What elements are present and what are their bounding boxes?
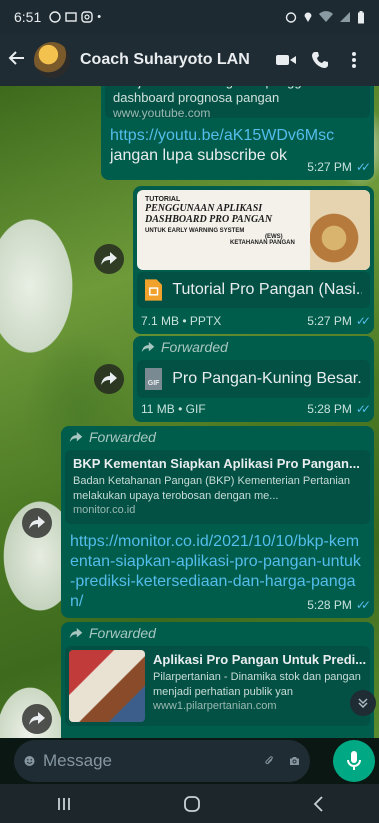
thumb-food-image (310, 190, 370, 270)
file-info: 11 MB • GIF (141, 402, 206, 416)
signal-icon (340, 12, 350, 22)
forwarded-icon (69, 627, 83, 638)
notification-icons: • (49, 11, 101, 23)
forwarded-label: Forwarded (69, 625, 156, 641)
file-name: Tutorial Pro Pangan (Nasi... (172, 281, 362, 298)
back-nav-icon[interactable] (312, 795, 324, 812)
message-meta: 5:28 PM ✓✓ (307, 598, 371, 612)
more-options-icon[interactable] (337, 51, 371, 69)
wifi-icon (319, 11, 333, 22)
preview-domain: monitor.co.id (73, 504, 136, 516)
contact-avatar[interactable] (34, 42, 70, 78)
read-ticks-icon: ✓✓ (355, 402, 371, 416)
forward-button[interactable] (22, 704, 52, 734)
attach-icon[interactable] (264, 750, 275, 772)
gif-file-icon: GIF (145, 368, 163, 390)
microphone-icon (347, 751, 361, 770)
system-nav-bar (0, 784, 379, 823)
emoji-icon[interactable] (24, 750, 35, 772)
preview-description: Pilarpertanian - Dinamika stok dan panga… (153, 671, 361, 698)
read-ticks-icon: ✓✓ (355, 598, 371, 612)
forward-arrow-icon (29, 516, 45, 529)
voice-record-button[interactable] (333, 740, 375, 782)
forward-arrow-icon (101, 252, 117, 265)
location-icon (304, 12, 312, 22)
status-time: 6:51 (14, 9, 42, 25)
preview-domain: www.youtube.com (113, 106, 211, 120)
message-time: 5:28 PM (307, 598, 352, 612)
preview-description: Badan Ketahanan Pangan (BKP) Kementerian… (73, 475, 351, 502)
message-time: 5:28 PM (307, 402, 352, 416)
forwarded-icon (69, 431, 83, 442)
system-icons (285, 10, 365, 24)
double-chevron-down-icon (358, 698, 368, 708)
message-pilar-link[interactable]: Forwarded Aplikasi Pro Pangan Untuk Pred… (61, 622, 374, 738)
preview-title: Aplikasi Pro Pangan Untuk Predi... (153, 652, 366, 667)
pptx-file-icon (145, 279, 163, 301)
forward-arrow-icon (101, 372, 117, 385)
forward-button[interactable] (94, 364, 124, 394)
link-preview[interactable]: BKP Kementan Siapkan Aplikasi Pro Pangan… (65, 450, 370, 524)
file-name: Pro Pangan-Kuning Besar... (172, 370, 362, 387)
preview-description: Menjelaskan tentang cara penggunaan dash… (113, 86, 338, 105)
preview-text-block: Aplikasi Pro Pangan Untuk Predi... Pilar… (149, 646, 370, 726)
document-thumbnail[interactable]: TUTORIAL PENGGUNAAN APLIKASI DASHBOARD P… (137, 190, 370, 270)
preview-title: BKP Kementan Siapkan Aplikasi Pro Pangan… (73, 456, 360, 471)
gallery-notif-icon (65, 12, 77, 22)
file-info: 7.1 MB • PPTX (141, 314, 222, 328)
scroll-to-bottom-button[interactable] (350, 690, 376, 716)
video-call-icon[interactable] (269, 53, 303, 67)
message-meta: 5:27 PM ✓✓ (307, 160, 371, 174)
message-youtube-link[interactable]: Menjelaskan tentang cara penggunaan dash… (101, 86, 374, 180)
chat-header: Coach Suharyoto LAN (0, 34, 379, 86)
message-input-container (14, 740, 310, 782)
message-pptx-file[interactable]: TUTORIAL PENGGUNAAN APLIKASI DASHBOARD P… (133, 186, 374, 334)
message-time: 5:27 PM (307, 160, 352, 174)
link-preview[interactable]: Aplikasi Pro Pangan Untuk Predi... Pilar… (65, 646, 370, 726)
recent-apps-icon[interactable] (56, 796, 72, 812)
message-monitor-link[interactable]: Forwarded BKP Kementan Siapkan Aplikasi … (61, 426, 374, 618)
battery-icon (358, 10, 364, 23)
status-bar: 6:51 • (0, 0, 379, 34)
message-gif-file[interactable]: Forwarded GIF Pro Pangan-Kuning Besar...… (133, 336, 374, 422)
camera-icon[interactable] (289, 752, 300, 770)
read-ticks-icon: ✓✓ (355, 160, 371, 174)
message-meta: 5:27 PM ✓✓ (307, 314, 371, 328)
message-time: 5:27 PM (307, 314, 352, 328)
contact-name[interactable]: Coach Suharyoto LAN (80, 51, 269, 69)
preview-domain: www1.pilarpertanian.com (153, 700, 277, 712)
forwarded-icon (141, 341, 155, 352)
instagram-notif-icon (81, 11, 93, 23)
forward-button[interactable] (22, 508, 52, 538)
forwarded-label: Forwarded (69, 429, 156, 445)
link-preview[interactable]: Menjelaskan tentang cara penggunaan dash… (105, 86, 370, 120)
read-ticks-icon: ✓✓ (355, 314, 371, 328)
youtube-link[interactable]: https://youtu.be/aK15WDv6Msc (110, 126, 334, 146)
message-meta: 5:28 PM ✓✓ (307, 402, 371, 416)
file-row[interactable]: GIF Pro Pangan-Kuning Besar... (137, 360, 370, 398)
file-row[interactable]: Tutorial Pro Pangan (Nasi... (137, 272, 370, 308)
forward-arrow-icon (29, 712, 45, 725)
preview-thumbnail (69, 650, 145, 722)
forwarded-label: Forwarded (141, 339, 228, 355)
message-input[interactable] (43, 751, 264, 771)
forward-button[interactable] (94, 244, 124, 274)
voice-call-icon[interactable] (303, 51, 337, 69)
composer-bar (0, 738, 379, 784)
whatsapp-notif-icon (49, 11, 61, 23)
alarm-icon (285, 12, 297, 23)
home-icon[interactable] (183, 795, 201, 813)
dot-icon: • (97, 11, 102, 23)
message-text: jangan lupa subscribe ok (110, 147, 288, 164)
back-arrow-icon[interactable] (8, 47, 30, 73)
chat-wallpaper: Menjelaskan tentang cara penggunaan dash… (0, 86, 379, 738)
